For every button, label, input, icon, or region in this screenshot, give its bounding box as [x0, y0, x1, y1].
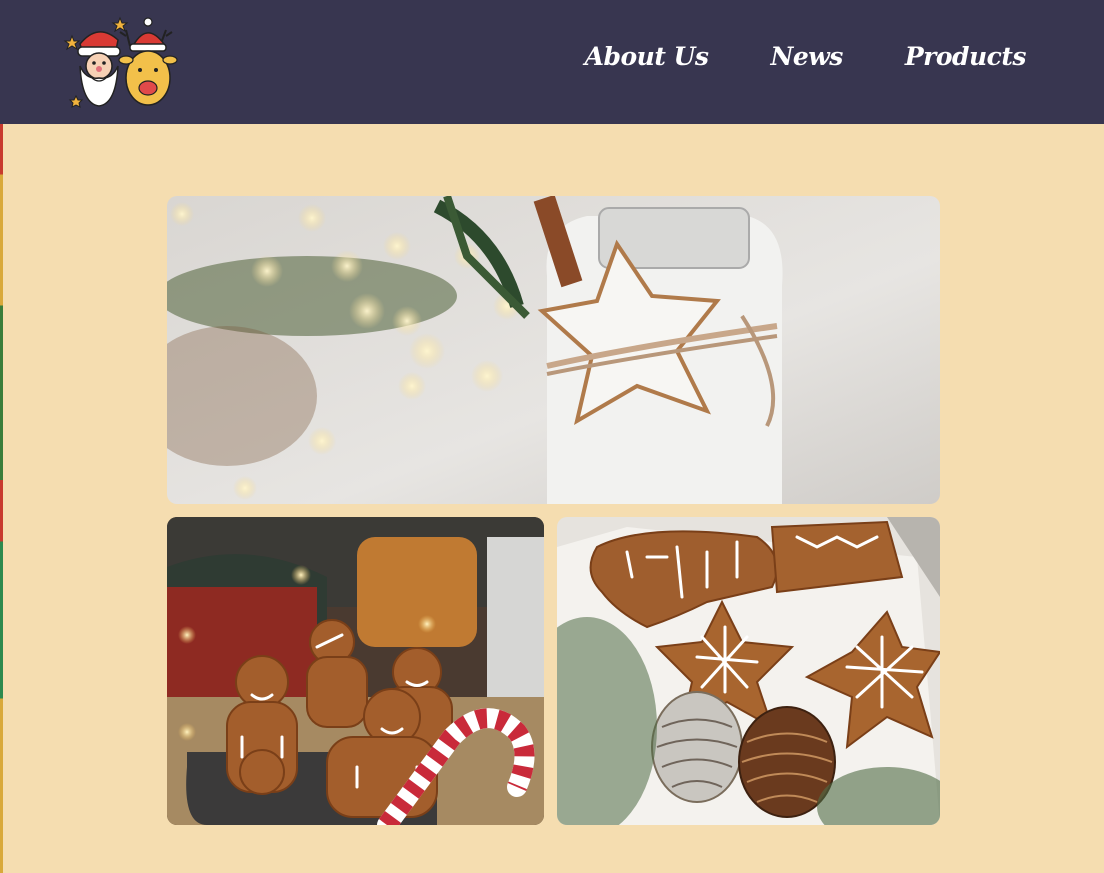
gingerbread-men-mug-image	[167, 517, 544, 825]
nav-products-link[interactable]: Products	[905, 42, 1027, 71]
nav-news-link[interactable]: News	[770, 42, 843, 71]
santa-and-reindeer-logo-icon[interactable]	[60, 14, 180, 112]
star-cookies-pinecones-image	[557, 517, 940, 825]
nav-about-us-link[interactable]: About Us	[585, 42, 709, 71]
left-edge-strip	[0, 0, 3, 873]
star-cookie-milk-jar-image	[167, 196, 940, 504]
site-header: About Us News Products	[0, 0, 1104, 124]
main-nav: About Us News Products	[585, 42, 1027, 71]
